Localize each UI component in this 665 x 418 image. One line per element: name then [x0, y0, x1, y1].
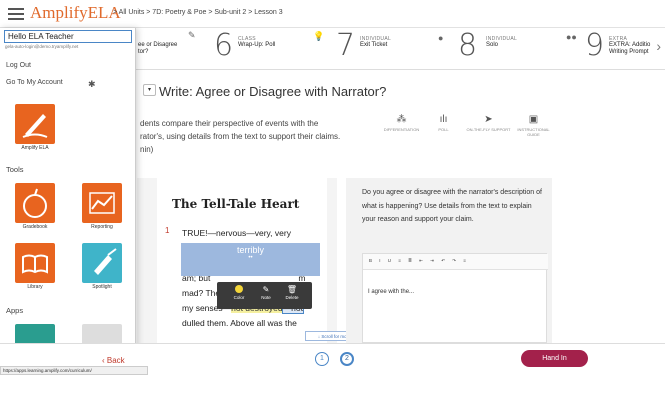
activity-item-9[interactable]: 9 EXTRA EXTRA: Additio Writing Prompt ›: [583, 28, 665, 70]
annotation-popup: Color ✎ Note 🗑 Delete: [217, 282, 312, 309]
user-name[interactable]: Hello ELA Teacher: [4, 30, 132, 43]
page-1-button[interactable]: 1: [315, 352, 329, 366]
question-panel: Do you agree or disagree with the narrat…: [346, 178, 552, 343]
note-button[interactable]: ✎ Note: [254, 285, 278, 300]
page-2-button[interactable]: 2: [340, 352, 354, 366]
color-button[interactable]: Color: [227, 285, 251, 300]
differentiation-icon: ⁂: [396, 114, 407, 125]
breadcrumb[interactable]: > All Units > 7D: Poetry & Poe > Sub-uni…: [113, 9, 283, 16]
chevron-right-icon[interactable]: ›: [656, 38, 661, 54]
pencil-icon: ✎: [188, 30, 196, 40]
top-bar: AmplifyELA > All Units > 7D: Poetry & Po…: [0, 0, 665, 28]
hand-in-button[interactable]: Hand In: [521, 350, 588, 367]
trash-icon: 🗑: [286, 285, 298, 294]
activity-description: dents compare their perspective of event…: [140, 119, 341, 154]
pen-icon: [22, 114, 48, 138]
status-url: https://apps.learning.amplify.com/curric…: [0, 366, 148, 375]
spotlight-icon: [94, 248, 117, 275]
back-button[interactable]: ‹ Back: [102, 356, 125, 365]
reading-page: The Tell-Tale Heart 1 TRUE!—nervous—very…: [157, 178, 327, 343]
tools-heading: Tools: [6, 165, 24, 174]
person-icon: ●: [438, 33, 444, 43]
line-chart-icon: [89, 192, 115, 214]
account-link[interactable]: Go To My Account: [6, 79, 63, 86]
response-editor[interactable]: B I U ≡ ≣ ⇤ ⇥ ↶ ↷ ≡ I agree with the...: [362, 253, 548, 343]
gear-icon[interactable]: ✱: [88, 79, 96, 90]
line-number: 1: [165, 226, 170, 235]
instructional-guide-tool[interactable]: ▣ INSTRUCTIONAL GUIDE: [511, 114, 556, 137]
logout-link[interactable]: Log Out: [6, 62, 31, 69]
book-icon: [22, 254, 48, 274]
on-the-fly-icon: ➤: [484, 114, 493, 125]
activity-item-8[interactable]: 8 INDIVIDUAL Solo ●●: [456, 28, 581, 70]
bulb-icon: 💡: [313, 31, 325, 41]
user-email: gela-auto-login@demo.tryamplify.net: [5, 44, 79, 49]
on-the-fly-support-tool[interactable]: ➤ ON-THE-FLY SUPPORT: [466, 114, 511, 132]
pair-icon: ●●: [566, 32, 577, 42]
brand-logo[interactable]: AmplifyELA: [30, 3, 121, 23]
library-tile[interactable]: [15, 243, 55, 283]
gradebook-tile[interactable]: [15, 183, 55, 223]
reporting-tile[interactable]: [82, 183, 122, 223]
color-swatch-icon: [235, 285, 243, 293]
delete-button[interactable]: 🗑 Delete: [280, 285, 304, 300]
activity-item-7[interactable]: 7 INDIVIDUAL Exit Ticket ●: [334, 28, 454, 70]
activity-item-6[interactable]: 6 CLASS Wrap-Up: Poll 💡: [212, 28, 330, 70]
editor-toolbar[interactable]: B I U ≡ ≣ ⇤ ⇥ ↶ ↷ ≡: [363, 254, 548, 270]
navigation-drawer: Hello ELA Teacher gela-auto-login@demo.t…: [0, 28, 136, 350]
story-text[interactable]: TRUE!—nervous—very, very dreadfuland am;…: [182, 226, 322, 331]
apple-icon: [23, 188, 47, 218]
poll-icon: ılı: [439, 114, 448, 125]
instructional-guide-icon: ▣: [528, 114, 539, 125]
response-text[interactable]: I agree with the...: [368, 289, 414, 295]
note-icon: ✎: [262, 285, 270, 294]
writing-prompt: Do you agree or disagree with the narrat…: [362, 189, 542, 223]
apps-heading: Apps: [6, 306, 24, 315]
definition-tooltip: terribly ••: [181, 243, 320, 276]
activity-title: Write: Agree or Disagree with Narrator?: [159, 84, 387, 99]
menu-icon[interactable]: [6, 5, 26, 23]
differentiation-tool[interactable]: ⁂ DIFFERENTIATION: [379, 114, 424, 132]
amplify-ela-app[interactable]: [15, 104, 55, 144]
poll-tool[interactable]: ılı POLL: [421, 114, 466, 132]
spotlight-tile[interactable]: [82, 243, 122, 283]
activity-dropdown-button[interactable]: ▾: [143, 84, 156, 96]
story-title: The Tell-Tale Heart: [172, 197, 300, 211]
reading-panel: The Tell-Tale Heart 1 TRUE!—nervous—very…: [137, 178, 337, 343]
